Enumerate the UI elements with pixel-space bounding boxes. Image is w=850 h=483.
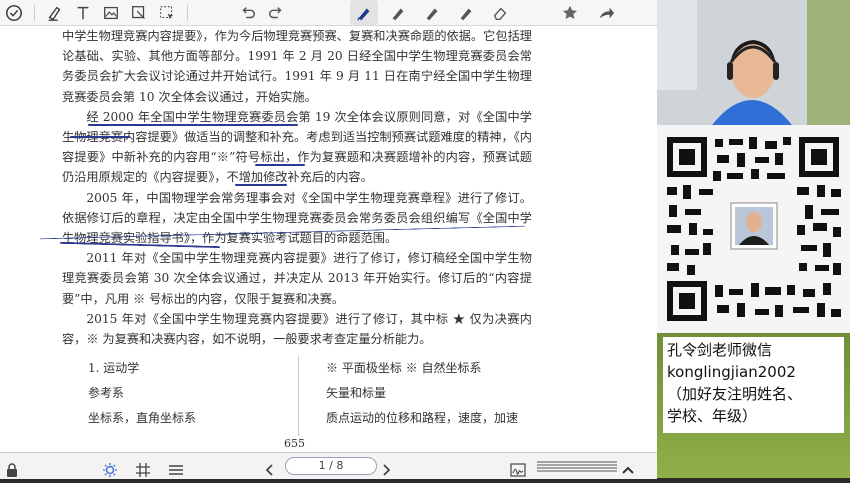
lock-icon	[7, 463, 17, 477]
grid-button[interactable]	[135, 457, 151, 483]
bottom-toolbar: 1 / 8	[0, 452, 657, 479]
paragraph: 经 2000 年全国中学生物理竞赛委员会第 19 次全体会议原则同意，对《全国中…	[62, 109, 532, 185]
brightness-button[interactable]	[102, 457, 118, 483]
toc-item: ※ 平面极坐标 ※ 自然坐标系	[326, 361, 482, 375]
paragraph: 中学生物理竞赛内容提要》，作为今后物理竞赛预赛、复赛和决赛命题的依据。它包括理论…	[62, 29, 532, 104]
toc-item: 1. 运动学	[88, 361, 140, 375]
lines-button[interactable]	[537, 453, 617, 479]
next-page-button[interactable]	[378, 457, 394, 483]
signature-icon	[510, 463, 526, 477]
text-tool-button[interactable]	[69, 0, 97, 25]
menu-icon	[169, 465, 183, 475]
menu-button[interactable]	[168, 457, 184, 483]
toc-item: 坐标系，直角坐标系	[88, 411, 197, 425]
grid-icon	[136, 463, 150, 477]
document-body: 中学生物理竞赛内容提要》，作为今后物理竞赛预赛、复赛和决赛命题的依据。它包括理论…	[62, 26, 532, 349]
toc-item: 矢量和标量	[326, 386, 387, 400]
star-icon	[562, 5, 578, 19]
pen-icon	[357, 8, 370, 21]
annotation-underline	[235, 184, 287, 186]
annotation-toolbar	[0, 0, 657, 26]
brightness-icon	[103, 463, 117, 477]
highlighter-icon	[48, 6, 61, 21]
contact-note: （加好友注明姓名、	[667, 385, 803, 403]
toc-divider	[298, 356, 299, 436]
paragraph: 2005 年，中国物理学会常务理事会对《全国中学生物理竞赛章程》进行了修订。依据…	[62, 190, 532, 246]
eraser-icon	[493, 7, 507, 20]
select-tool-button[interactable]	[153, 0, 181, 25]
contact-note: 学校、年级）	[667, 407, 758, 425]
undo-button[interactable]	[234, 0, 262, 25]
toc-item: 质点运动的位移和路程，速度，加速	[326, 411, 519, 425]
toolbar-divider	[187, 4, 188, 21]
lines-icon	[537, 461, 617, 472]
page-indicator[interactable]: 1 / 8	[285, 457, 377, 475]
pen-3-icon	[426, 8, 438, 20]
image-tool-button[interactable]	[97, 0, 125, 25]
share-icon	[599, 7, 615, 18]
image-icon	[104, 6, 118, 19]
contact-panel: 孔令剑老师微信 konglingjian2002 （加好友注明姓名、 学校、年级…	[657, 333, 850, 478]
pen-tool-button[interactable]	[350, 0, 378, 25]
favorite-button[interactable]	[556, 0, 584, 25]
qr-code-panel	[657, 125, 850, 333]
toc-left-column: 1. 运动学 参考系 坐标系，直角坐标系	[88, 356, 196, 431]
toolbar-divider	[34, 4, 35, 21]
pen-3-button[interactable]	[418, 0, 446, 25]
sticky-note-icon	[132, 5, 145, 19]
paragraph: 2015 年对《全国中学生物理竞赛内容提要》进行了修订，其中标 ★ 仅为决赛内容…	[62, 311, 532, 347]
contact-wechat-id: konglingjian2002	[667, 363, 796, 381]
toc-right-column: ※ 平面极坐标 ※ 自然坐标系 矢量和标量 质点运动的位移和路程，速度，加速	[326, 356, 518, 431]
select-icon	[160, 5, 174, 19]
presenter-video	[657, 0, 850, 125]
annotation-underline	[88, 124, 298, 126]
page-number: 655	[284, 437, 305, 450]
prev-page-button[interactable]	[262, 457, 278, 483]
check-circle-button[interactable]	[0, 0, 28, 25]
annotation-underline	[255, 164, 305, 166]
pen-4-button[interactable]	[452, 0, 480, 25]
lock-button[interactable]	[4, 457, 20, 483]
contact-card: 孔令剑老师微信 konglingjian2002 （加好友注明姓名、 学校、年级…	[663, 337, 844, 433]
pen-2-icon	[392, 8, 404, 20]
collapse-button[interactable]	[620, 457, 636, 483]
webcam-video	[657, 0, 850, 125]
paragraph: 2011 年对《全国中学生物理竞赛内容提要》进行了修订，修订稿经全国中学生物理竞…	[62, 251, 532, 306]
qr-code	[657, 125, 850, 333]
prev-page-icon	[265, 464, 273, 476]
toc-item: 参考系	[88, 386, 125, 400]
redo-icon	[268, 6, 282, 18]
document-page: 中学生物理竞赛内容提要》，作为今后物理竞赛预赛、复赛和决赛命题的依据。它包括理论…	[0, 26, 657, 452]
collapse-icon	[622, 466, 634, 474]
eraser-button[interactable]	[486, 0, 514, 25]
next-page-icon	[383, 464, 391, 476]
annotation-underline	[70, 136, 130, 138]
pen-2-button[interactable]	[384, 0, 412, 25]
pen-4-icon	[460, 8, 472, 20]
sticky-note-button[interactable]	[125, 0, 153, 25]
redo-button[interactable]	[262, 0, 290, 25]
contact-title: 孔令剑老师微信	[667, 341, 773, 359]
share-button[interactable]	[592, 0, 620, 25]
signature-button[interactable]	[510, 457, 526, 483]
highlighter-button[interactable]	[41, 0, 69, 25]
check-circle-icon	[6, 4, 22, 21]
text-icon	[77, 6, 89, 19]
undo-icon	[242, 6, 256, 18]
